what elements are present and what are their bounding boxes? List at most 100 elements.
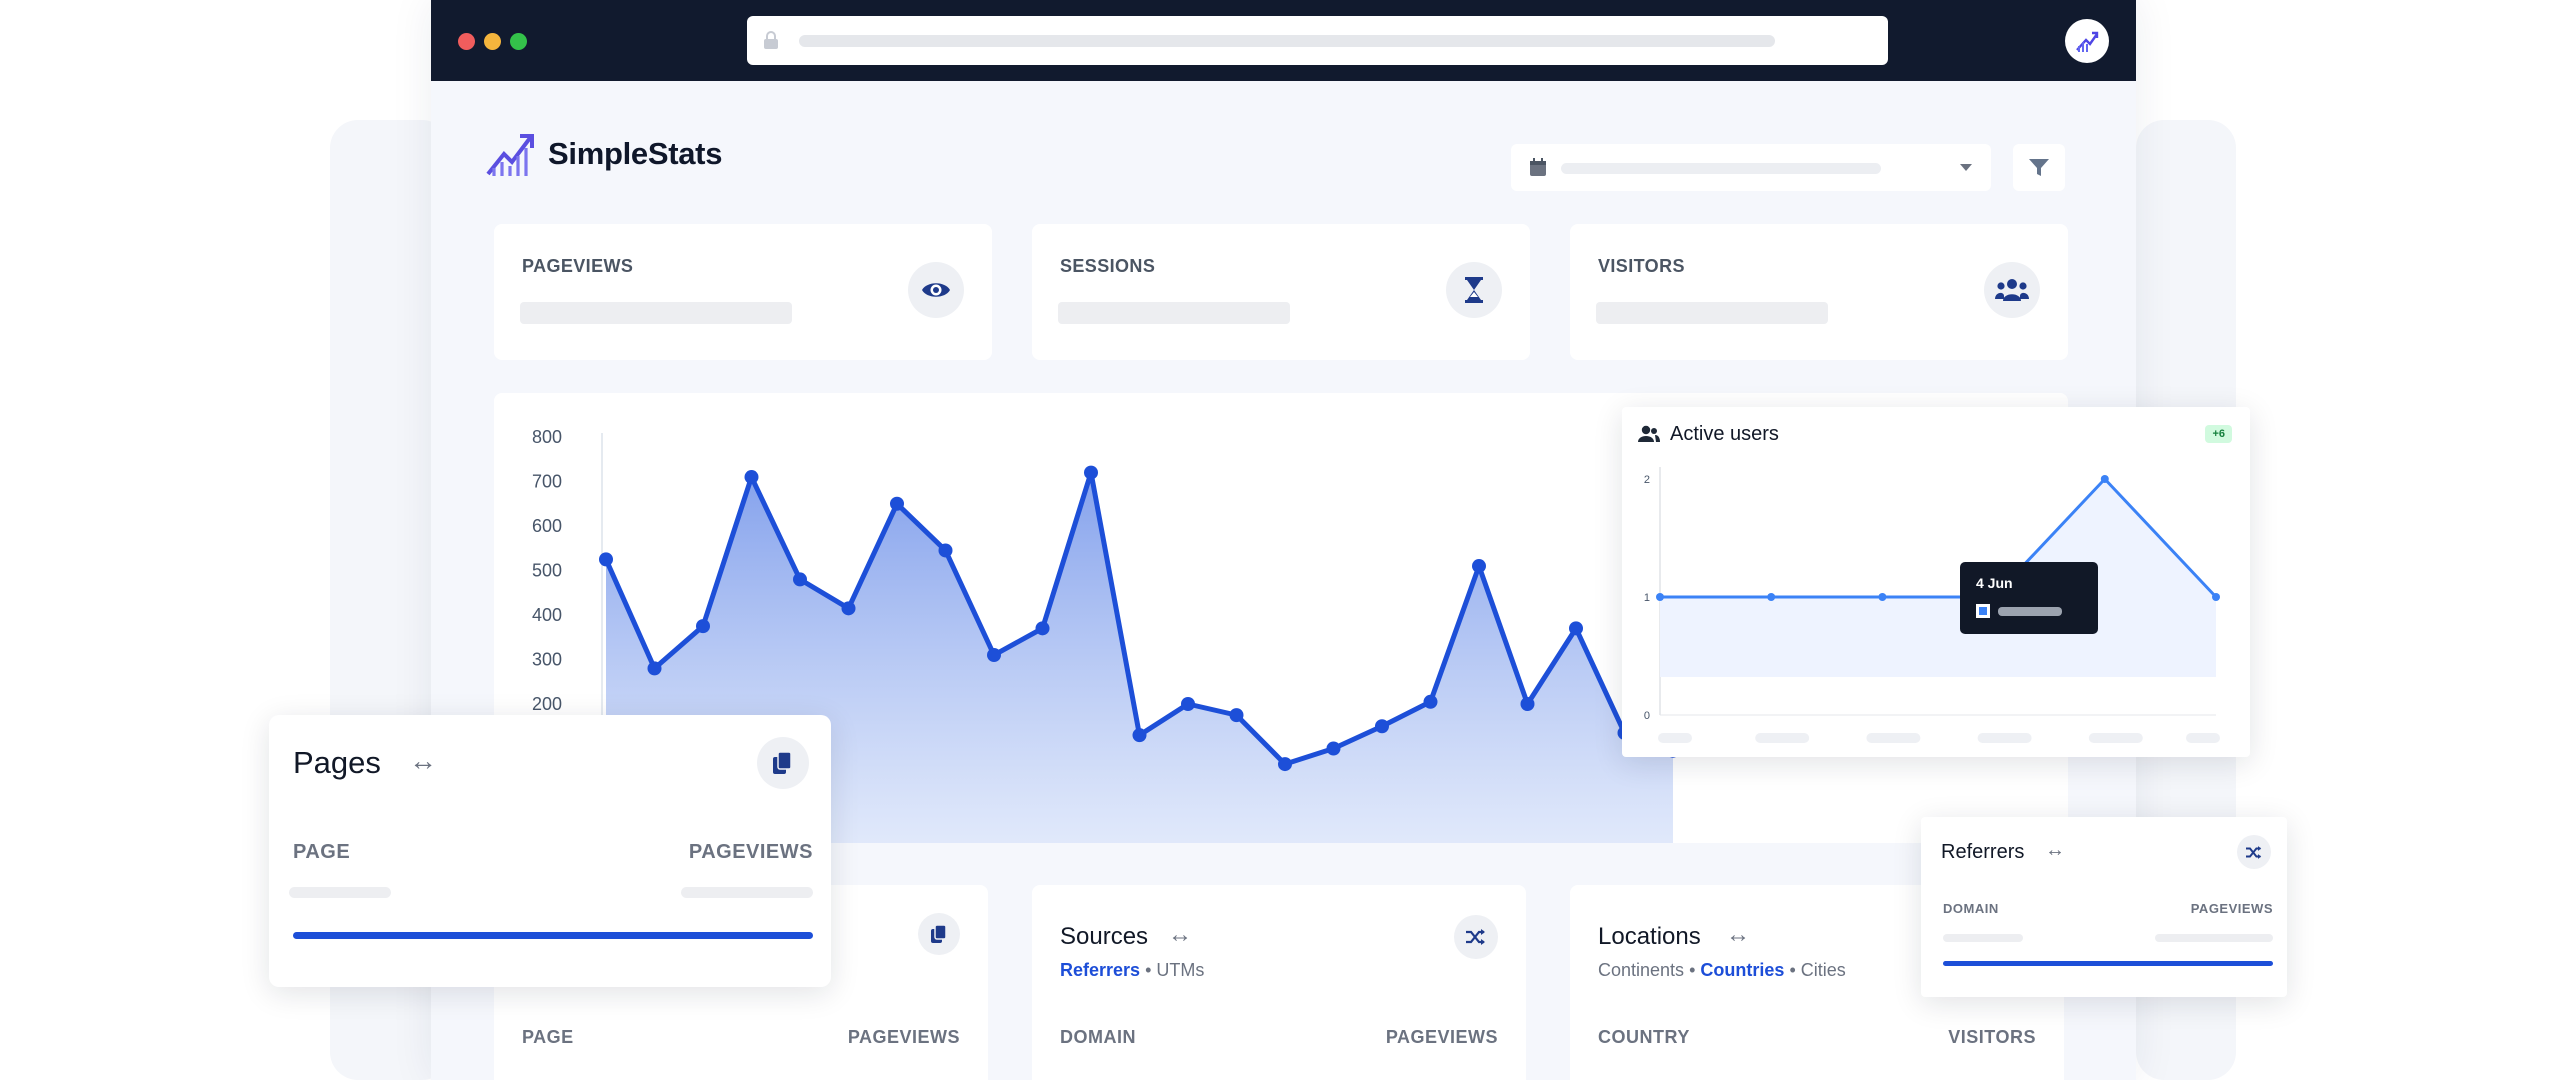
data-point[interactable] — [1375, 719, 1389, 734]
maximize-dot[interactable] — [510, 33, 527, 50]
shuffle-button[interactable] — [1454, 915, 1498, 959]
hourglass-icon — [1465, 277, 1483, 303]
active-users-panel: Active users +6 0124 Jun — [1622, 407, 2250, 757]
users-icon — [1995, 279, 2029, 301]
row-placeholder-right — [681, 887, 813, 898]
column-header-visitors: VISITORS — [1948, 1027, 2036, 1047]
tab-separator: • — [1789, 960, 1796, 980]
x-tick-placeholder — [1755, 733, 1810, 743]
data-point[interactable] — [647, 661, 662, 676]
sources-tabs: Referrers • UTMs — [1060, 960, 1204, 981]
kpi-card-pageviews: PAGEVIEWS — [494, 224, 992, 360]
data-point[interactable] — [599, 552, 613, 567]
expand-arrows-icon[interactable]: ↔ — [2045, 839, 2065, 862]
tab-cities[interactable]: Cities — [1801, 960, 1846, 980]
data-point[interactable] — [696, 619, 710, 634]
x-tick-placeholder — [1977, 733, 2032, 743]
kpi-card-visitors: VISITORS — [1570, 224, 2068, 360]
data-point[interactable] — [1878, 593, 1887, 601]
column-header-country: COUNTRY — [1598, 1027, 1690, 1047]
x-tick-placeholder — [1866, 733, 1921, 743]
shuffle-icon — [2246, 845, 2262, 859]
row-placeholder-right — [2155, 934, 2273, 942]
data-point[interactable] — [1767, 593, 1776, 601]
data-point[interactable] — [1423, 694, 1438, 709]
address-bar[interactable] — [747, 16, 1888, 65]
kpi-value-placeholder — [520, 302, 792, 324]
kpi-label: SESSIONS — [1060, 256, 1156, 276]
kpi-value-placeholder — [1058, 302, 1290, 324]
filter-icon — [2029, 158, 2049, 176]
tab-continents[interactable]: Continents — [1598, 960, 1684, 980]
data-point[interactable] — [1278, 757, 1292, 772]
column-header-pageviews: PAGEVIEWS — [1385, 1027, 1498, 1047]
shuffle-icon — [1466, 929, 1485, 945]
x-tick-placeholder — [1658, 733, 1692, 743]
pages-title: Pages — [293, 745, 381, 780]
sources-title: Sources — [1060, 923, 1149, 950]
filter-button[interactable] — [2013, 144, 2065, 191]
expand-arrows-icon[interactable]: ↔ — [1726, 921, 1750, 949]
tooltip-date: 4 Jun — [1976, 575, 2013, 591]
copy-icon — [773, 752, 792, 774]
tab-utms[interactable]: UTMs — [1156, 960, 1204, 980]
data-point[interactable] — [1181, 697, 1195, 711]
data-point[interactable] — [2100, 475, 2109, 483]
data-point[interactable] — [1569, 621, 1583, 636]
kpi-icon-wrap — [1446, 262, 1502, 318]
column-header-pageviews: PAGEVIEWS — [847, 1027, 960, 1047]
data-point[interactable] — [938, 543, 953, 558]
data-point[interactable] — [1132, 728, 1147, 743]
logo-avatar-icon — [2076, 31, 2099, 52]
data-point[interactable] — [1326, 741, 1341, 756]
copy-icon — [931, 925, 947, 943]
data-point[interactable] — [744, 470, 759, 485]
row-placeholder-left — [289, 887, 391, 898]
screenshot-stage: SimpleStats PAGEVIEWS SESSIONS VISITORS … — [0, 0, 2560, 1080]
minimize-dot[interactable] — [484, 33, 501, 50]
lock-icon — [764, 31, 778, 49]
locations-tabs: Continents • Countries • Cities — [1598, 960, 1846, 981]
tab-referrers[interactable]: Referrers — [1060, 960, 1140, 980]
data-point[interactable] — [1520, 697, 1535, 711]
tab-separator: • — [1145, 960, 1152, 980]
locations-title: Locations — [1598, 923, 1701, 950]
browser-toolbar — [431, 0, 2136, 81]
data-point[interactable] — [1035, 621, 1050, 636]
date-placeholder — [1561, 163, 1881, 174]
x-tick-placeholder — [2088, 733, 2143, 743]
data-point[interactable] — [987, 648, 1001, 663]
copy-button[interactable] — [918, 913, 960, 955]
url-placeholder — [799, 35, 1775, 47]
pages-panel: Pages ↔ PAGE PAGEVIEWS — [269, 715, 831, 987]
app-name: SimpleStats — [548, 136, 723, 171]
data-point[interactable] — [890, 496, 904, 511]
data-point[interactable] — [1656, 593, 1664, 601]
y-tick-label: 0 — [1644, 710, 1650, 722]
copy-button[interactable] — [757, 737, 809, 789]
calendar-icon — [1530, 158, 1546, 176]
profile-avatar[interactable] — [2065, 19, 2109, 63]
active-users-chart: 0 1 2 4 Jun — [1644, 467, 2220, 743]
expand-arrows-icon[interactable]: ↔ — [1168, 921, 1192, 949]
expand-arrows-icon[interactable]: ↔ — [409, 745, 437, 777]
close-dot[interactable] — [458, 33, 475, 50]
data-point[interactable] — [1472, 559, 1486, 574]
data-point[interactable] — [1084, 465, 1098, 480]
data-point[interactable] — [1229, 708, 1244, 723]
kpi-value-placeholder — [1596, 302, 1828, 324]
kpi-card-sessions: SESSIONS — [1032, 224, 1530, 360]
app-logo[interactable]: SimpleStats — [486, 132, 722, 176]
tab-countries[interactable]: Countries — [1700, 960, 1784, 980]
row-progress-bar — [293, 932, 813, 939]
kpi-label: PAGEVIEWS — [522, 256, 634, 276]
date-range-picker[interactable] — [1511, 144, 1991, 191]
eye-icon — [922, 283, 950, 297]
chevron-down-icon — [1960, 164, 1972, 171]
data-point[interactable] — [2212, 593, 2220, 601]
data-point[interactable] — [793, 572, 807, 587]
shuffle-button[interactable] — [2237, 835, 2271, 869]
data-point[interactable] — [841, 601, 856, 616]
kpi-icon-wrap — [908, 262, 964, 318]
y-tick-label: 600 — [532, 516, 562, 536]
